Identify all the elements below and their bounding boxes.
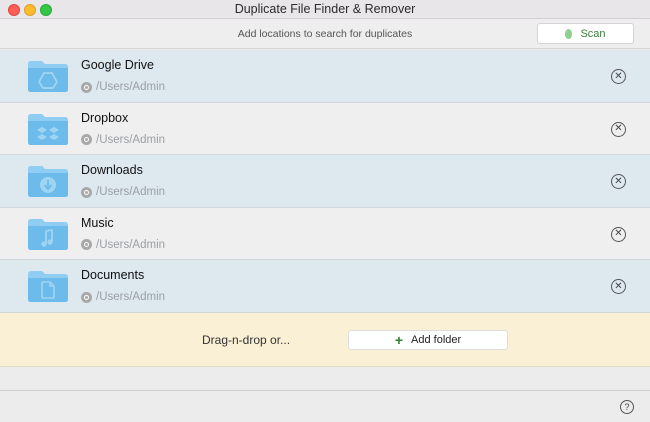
window-title: Duplicate File Finder & Remover (234, 2, 416, 16)
footer-bar: ? (0, 390, 650, 422)
location-path: /Users/Admin (96, 133, 166, 146)
location-row-dropbox[interactable]: Dropbox /Users/Admin ✕ (0, 102, 650, 156)
location-row-downloads[interactable]: Downloads /Users/Admin ✕ (0, 155, 650, 208)
music-folder-icon (27, 216, 69, 251)
magnifier-icon (81, 81, 92, 93)
magnifier-icon (81, 239, 92, 251)
remove-location-button[interactable]: ✕ (611, 121, 626, 137)
close-icon: ✕ (614, 70, 623, 82)
location-path: /Users/Admin (96, 81, 166, 93)
location-name: Dropbox (81, 110, 129, 125)
documents-folder-icon (27, 268, 69, 303)
location-row-music[interactable]: Music /Users/Admin ✕ (0, 207, 650, 261)
location-name: Music (81, 215, 114, 230)
location-list: Google Drive /Users/Admin ✕ Dropbox /Use… (0, 50, 650, 313)
downloads-folder-icon (27, 163, 69, 198)
close-icon: ✕ (614, 123, 623, 135)
remove-location-button[interactable]: ✕ (611, 174, 626, 190)
plus-icon: + (394, 332, 404, 348)
location-path: /Users/Admin (96, 186, 166, 199)
location-name: Google Drive (81, 58, 154, 72)
location-path: /Users/Admin (96, 238, 166, 251)
scan-button-label: Scan (580, 27, 606, 40)
add-folder-label: Add folder (411, 334, 462, 346)
dropbox-folder-icon (27, 111, 69, 146)
remove-location-button[interactable]: ✕ (611, 226, 626, 242)
location-name: Documents (81, 268, 145, 283)
close-icon: ✕ (614, 175, 623, 187)
magnifier-icon (81, 186, 92, 198)
scan-icon (565, 28, 573, 39)
location-row-documents[interactable]: Documents /Users/Admin ✕ (0, 260, 650, 313)
question-icon: ? (624, 402, 630, 412)
toolbar: Add locations to search for duplicates S… (0, 19, 650, 49)
add-folder-button[interactable]: + Add folder (348, 330, 508, 350)
remove-location-button[interactable]: ✕ (611, 69, 626, 84)
close-icon: ✕ (614, 228, 623, 240)
location-row-google-drive[interactable]: Google Drive /Users/Admin ✕ (0, 50, 650, 103)
location-name: Downloads (81, 163, 143, 178)
close-icon: ✕ (614, 280, 623, 292)
magnifier-icon (81, 291, 92, 303)
drop-zone[interactable]: Drag-n-drop or... + Add folder (0, 313, 650, 367)
help-button[interactable]: ? (620, 400, 634, 414)
remove-location-button[interactable]: ✕ (611, 279, 626, 295)
drop-zone-text: Drag-n-drop or... (202, 333, 291, 347)
google-drive-folder-icon (27, 58, 69, 93)
title-bar: Duplicate File Finder & Remover (0, 0, 650, 19)
magnifier-icon (81, 134, 92, 146)
location-path: /Users/Admin (96, 291, 166, 304)
scan-button[interactable]: Scan (537, 23, 634, 44)
